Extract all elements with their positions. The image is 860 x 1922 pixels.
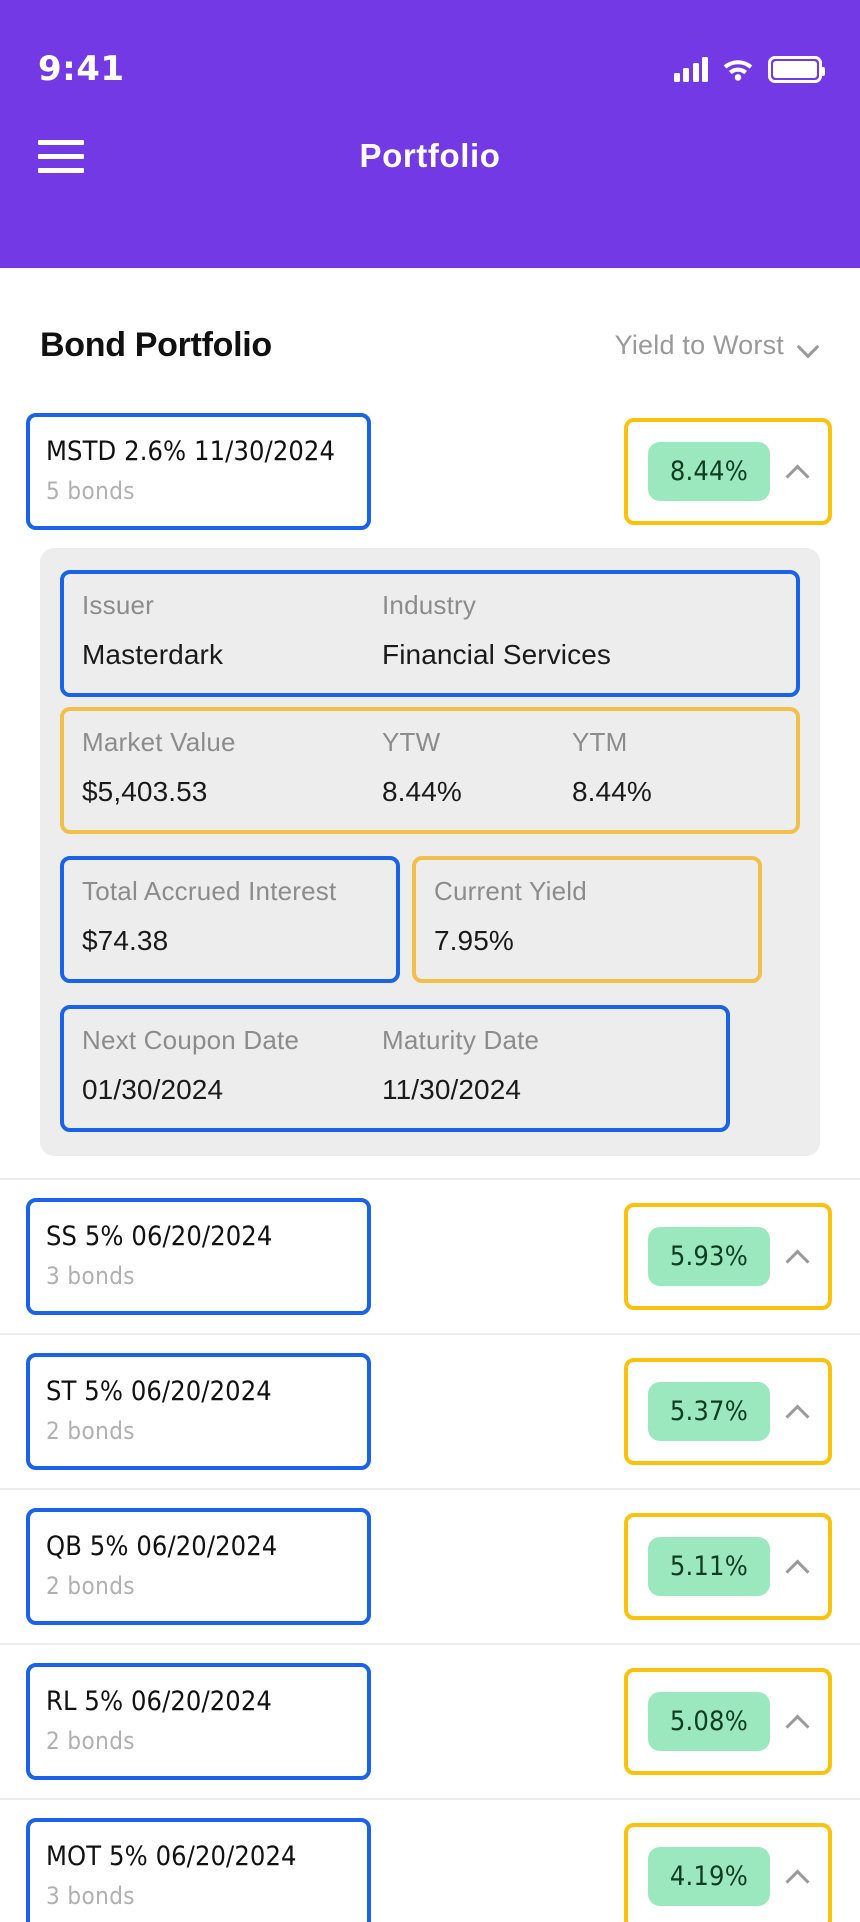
battery-icon bbox=[768, 55, 825, 83]
chevron-up-icon[interactable] bbox=[786, 1714, 810, 1730]
detail-field-maturity-date: Maturity Date 11/30/2024 bbox=[382, 1025, 708, 1106]
bond-yield-box[interactable]: 8.44% bbox=[623, 418, 832, 525]
next-coupon-date-value: 01/30/2024 bbox=[82, 1074, 224, 1105]
detail-row-interest-yield: Total Accrued Interest $74.38 Current Yi… bbox=[60, 856, 800, 983]
detail-field-current-yield: Current Yield 7.95% bbox=[434, 876, 740, 957]
issuer-value: Masterdark bbox=[82, 639, 224, 670]
bond-yield-box[interactable]: 5.93% bbox=[623, 1203, 832, 1310]
bond-name: ST 5% 06/20/2024 bbox=[46, 1376, 272, 1407]
ytw-label: YTW bbox=[382, 727, 441, 757]
nav-bar: Portfolio bbox=[0, 96, 860, 216]
bond-count: 3 bonds bbox=[46, 1882, 135, 1910]
bond-name: MOT 5% 06/20/2024 bbox=[46, 1841, 297, 1872]
market-value-label: Market Value bbox=[82, 727, 236, 757]
chevron-up-icon[interactable] bbox=[786, 464, 810, 480]
chevron-up-icon[interactable] bbox=[786, 1559, 810, 1575]
bond-list: MSTD 2.6% 11/30/2024 5 bonds 8.44% Issue… bbox=[0, 395, 860, 1922]
bond-name-box[interactable]: MSTD 2.6% 11/30/2024 5 bonds bbox=[26, 413, 371, 530]
section-header: Bond Portfolio Yield to Worst bbox=[0, 268, 860, 395]
detail-field-next-coupon-date: Next Coupon Date 01/30/2024 bbox=[82, 1025, 382, 1106]
bond-name: RL 5% 06/20/2024 bbox=[46, 1686, 272, 1717]
bond-row[interactable]: QB 5% 06/20/2024 2 bonds 5.11% bbox=[0, 1488, 860, 1643]
yield-badge: 5.11% bbox=[647, 1537, 770, 1596]
current-yield-label: Current Yield bbox=[434, 876, 587, 906]
bond-row[interactable]: MOT 5% 06/20/2024 3 bonds 4.19% bbox=[0, 1798, 860, 1922]
bond-portfolio-title: Bond Portfolio bbox=[40, 326, 272, 364]
bond-count: 3 bonds bbox=[46, 1262, 135, 1290]
detail-group-current-yield: Current Yield 7.95% bbox=[412, 856, 762, 983]
detail-group-issuer: Issuer Masterdark Industry Financial Ser… bbox=[60, 570, 800, 697]
issuer-label: Issuer bbox=[82, 590, 155, 620]
cellular-signal-icon bbox=[673, 56, 708, 82]
sort-dropdown-label: Yield to Worst bbox=[614, 330, 784, 360]
detail-field-ytw: YTW 8.44% bbox=[382, 727, 572, 808]
bond-name-box[interactable]: SS 5% 06/20/2024 3 bonds bbox=[26, 1198, 371, 1315]
bond-row[interactable]: RL 5% 06/20/2024 2 bonds 5.08% bbox=[0, 1643, 860, 1798]
detail-field-industry: Industry Financial Services bbox=[382, 590, 778, 671]
status-bar: 9:41 bbox=[0, 0, 860, 96]
status-bar-time: 9:41 bbox=[38, 49, 125, 89]
maturity-date-label: Maturity Date bbox=[382, 1025, 540, 1055]
ytm-value: 8.44% bbox=[572, 776, 652, 807]
detail-group-valuation: Market Value $5,403.53 YTW 8.44% YTM 8.4… bbox=[60, 707, 800, 834]
page-title: Portfolio bbox=[359, 137, 501, 174]
maturity-date-value: 11/30/2024 bbox=[382, 1074, 522, 1105]
detail-group-dates: Next Coupon Date 01/30/2024 Maturity Dat… bbox=[60, 1005, 730, 1132]
bond-count: 2 bonds bbox=[46, 1727, 135, 1755]
bond-count: 2 bonds bbox=[46, 1572, 135, 1600]
bond-name: SS 5% 06/20/2024 bbox=[46, 1221, 273, 1252]
ytm-label: YTM bbox=[572, 727, 628, 757]
bond-yield-box[interactable]: 5.08% bbox=[623, 1668, 832, 1775]
app-header: 9:41 Portfolio bbox=[0, 0, 860, 268]
bond-count: 5 bonds bbox=[46, 477, 135, 505]
bond-name-box[interactable]: QB 5% 06/20/2024 2 bonds bbox=[26, 1508, 371, 1625]
wifi-icon bbox=[721, 56, 755, 82]
yield-badge: 5.08% bbox=[647, 1692, 770, 1751]
accrued-interest-label: Total Accrued Interest bbox=[82, 876, 337, 906]
bond-count: 2 bonds bbox=[46, 1417, 135, 1445]
detail-field-market-value: Market Value $5,403.53 bbox=[82, 727, 382, 808]
detail-group-accrued-interest: Total Accrued Interest $74.38 bbox=[60, 856, 400, 983]
detail-field-ytm: YTM 8.44% bbox=[572, 727, 778, 808]
accrued-interest-value: $74.38 bbox=[82, 925, 169, 956]
bond-detail-panel: Issuer Masterdark Industry Financial Ser… bbox=[40, 548, 820, 1156]
bond-yield-box[interactable]: 5.11% bbox=[623, 1513, 832, 1620]
yield-badge: 5.37% bbox=[647, 1382, 770, 1441]
status-bar-icons bbox=[673, 55, 825, 83]
bond-yield-box[interactable]: 4.19% bbox=[623, 1823, 832, 1922]
chevron-up-icon[interactable] bbox=[786, 1404, 810, 1420]
detail-field-issuer: Issuer Masterdark bbox=[82, 590, 382, 671]
sort-dropdown[interactable]: Yield to Worst bbox=[615, 330, 820, 361]
app-screen: 9:41 Portfolio Bond Portfolio Yield to W… bbox=[0, 0, 860, 1922]
yield-badge: 5.93% bbox=[647, 1227, 770, 1286]
bond-name-box[interactable]: MOT 5% 06/20/2024 3 bonds bbox=[26, 1818, 371, 1922]
chevron-up-icon[interactable] bbox=[786, 1249, 810, 1265]
ytw-value: 8.44% bbox=[382, 776, 462, 807]
market-value: $5,403.53 bbox=[82, 776, 208, 807]
yield-badge: 8.44% bbox=[647, 442, 770, 501]
detail-row-dates: Next Coupon Date 01/30/2024 Maturity Dat… bbox=[60, 1005, 800, 1132]
bond-name-box[interactable]: RL 5% 06/20/2024 2 bonds bbox=[26, 1663, 371, 1780]
bond-yield-box[interactable]: 5.37% bbox=[623, 1358, 832, 1465]
bond-row[interactable]: ST 5% 06/20/2024 2 bonds 5.37% bbox=[0, 1333, 860, 1488]
bond-name: QB 5% 06/20/2024 bbox=[46, 1531, 278, 1562]
bond-row[interactable]: SS 5% 06/20/2024 3 bonds 5.93% bbox=[0, 1178, 860, 1333]
next-coupon-date-label: Next Coupon Date bbox=[82, 1025, 300, 1055]
bond-row[interactable]: MSTD 2.6% 11/30/2024 5 bonds 8.44% bbox=[0, 395, 860, 548]
industry-label: Industry bbox=[382, 590, 477, 620]
current-yield-value: 7.95% bbox=[434, 925, 514, 956]
yield-badge: 4.19% bbox=[647, 1847, 770, 1906]
bond-name-box[interactable]: ST 5% 06/20/2024 2 bonds bbox=[26, 1353, 371, 1470]
chevron-up-icon[interactable] bbox=[786, 1869, 810, 1885]
industry-value: Financial Services bbox=[382, 639, 611, 670]
detail-field-accrued-interest: Total Accrued Interest $74.38 bbox=[82, 876, 378, 957]
hamburger-menu-icon[interactable] bbox=[38, 139, 84, 173]
chevron-down-icon bbox=[798, 339, 820, 352]
bond-name: MSTD 2.6% 11/30/2024 bbox=[46, 436, 336, 467]
